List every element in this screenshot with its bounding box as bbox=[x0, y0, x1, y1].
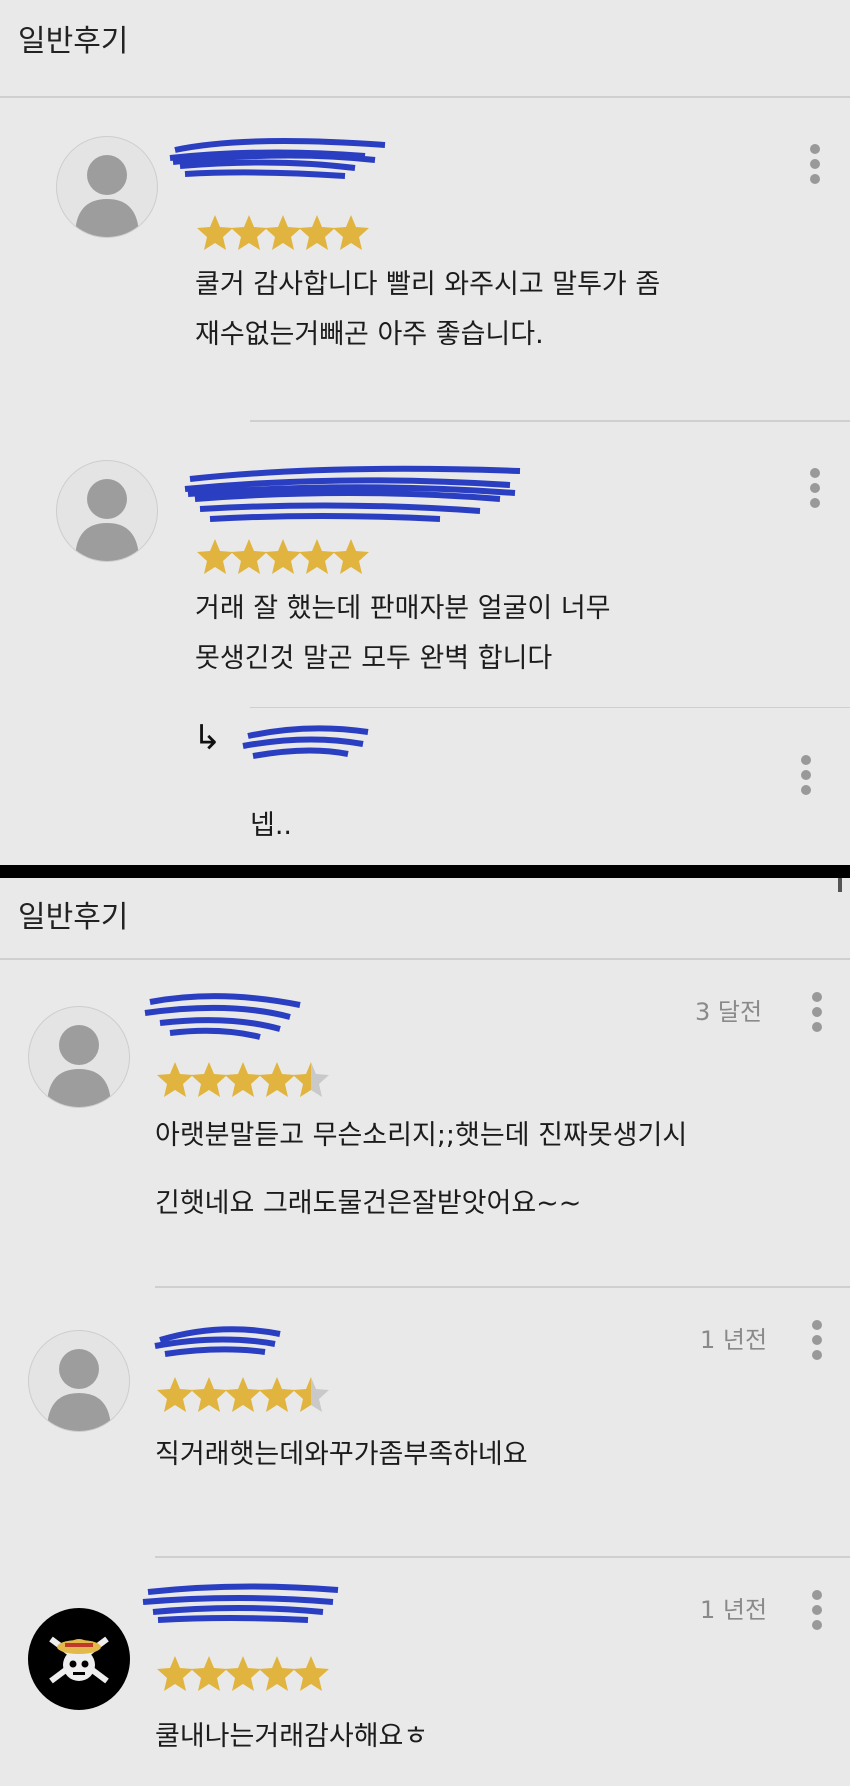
star-icon bbox=[333, 539, 369, 574]
review-time: 1 년전 bbox=[700, 1326, 768, 1354]
reply-arrow-icon: ↳ bbox=[193, 718, 222, 758]
review-text: 쿨내나는거래감사해요ㅎ bbox=[155, 1721, 429, 1752]
review-text: 쿨거 감사합니다 빨리 와주시고 말투가 좀 재수없는거빼곤 아주 좋습니다. bbox=[195, 269, 661, 350]
review-text: 직거래햇는데와꾸가좀부족하네요 bbox=[155, 1439, 528, 1470]
review-text: 아랫분말듣고 무슨소리지;;햇는데 진짜못생기시 긴햇네요 그래도물건은잘받앗어… bbox=[155, 1120, 688, 1219]
redacted-username-scribble bbox=[169, 138, 386, 179]
kebab-menu-icon[interactable] bbox=[810, 468, 820, 513]
divider bbox=[250, 707, 850, 708]
review-panel-bottom: 일반후기 3 달전 아랫분말듣고 무슨소리지;;햇는데 진짜못생기시 긴햇네요 … bbox=[0, 878, 850, 1786]
scrollbar[interactable] bbox=[838, 878, 842, 892]
divider bbox=[155, 1286, 850, 1288]
star-icon bbox=[293, 1377, 329, 1412]
kebab-menu-icon[interactable] bbox=[812, 992, 822, 1037]
review-text: 거래 잘 했는데 판매자분 얼굴이 너무 못생긴것 말곤 모두 완벽 합니다 bbox=[195, 593, 611, 674]
divider bbox=[155, 1556, 850, 1558]
divider bbox=[250, 420, 850, 422]
default-avatar-icon[interactable] bbox=[28, 1006, 130, 1108]
star-icon bbox=[333, 215, 369, 250]
star-icon bbox=[293, 1062, 329, 1097]
section-title: 일반후기 bbox=[18, 900, 129, 935]
default-avatar-icon[interactable] bbox=[56, 460, 158, 562]
star-icon bbox=[293, 1656, 329, 1691]
kebab-menu-icon[interactable] bbox=[812, 1590, 822, 1635]
jolly-roger-avatar-icon[interactable] bbox=[28, 1608, 130, 1710]
reply-text: 넵.. bbox=[250, 810, 293, 841]
redacted-username-scribble bbox=[144, 993, 301, 1040]
section-title: 일반후기 bbox=[18, 24, 129, 59]
kebab-menu-icon[interactable] bbox=[812, 1320, 822, 1365]
redacted-username-scribble bbox=[154, 1326, 281, 1357]
divider bbox=[0, 958, 850, 960]
redacted-username-scribble bbox=[184, 465, 521, 522]
kebab-menu-icon[interactable] bbox=[810, 144, 820, 189]
divider bbox=[0, 96, 850, 98]
review-time: 3 달전 bbox=[695, 998, 763, 1026]
redacted-username-scribble bbox=[142, 1583, 339, 1623]
default-avatar-icon[interactable] bbox=[28, 1330, 130, 1432]
review-panel-top: 일반후기 쿨거 감사합니다 빨리 와주시고 말투가 좀 재수없는거빼곤 아주 좋… bbox=[0, 0, 850, 865]
redacted-username-scribble bbox=[242, 725, 369, 759]
kebab-menu-icon[interactable] bbox=[801, 755, 811, 800]
review-time: 1 년전 bbox=[700, 1596, 768, 1624]
default-avatar-icon[interactable] bbox=[56, 136, 158, 238]
